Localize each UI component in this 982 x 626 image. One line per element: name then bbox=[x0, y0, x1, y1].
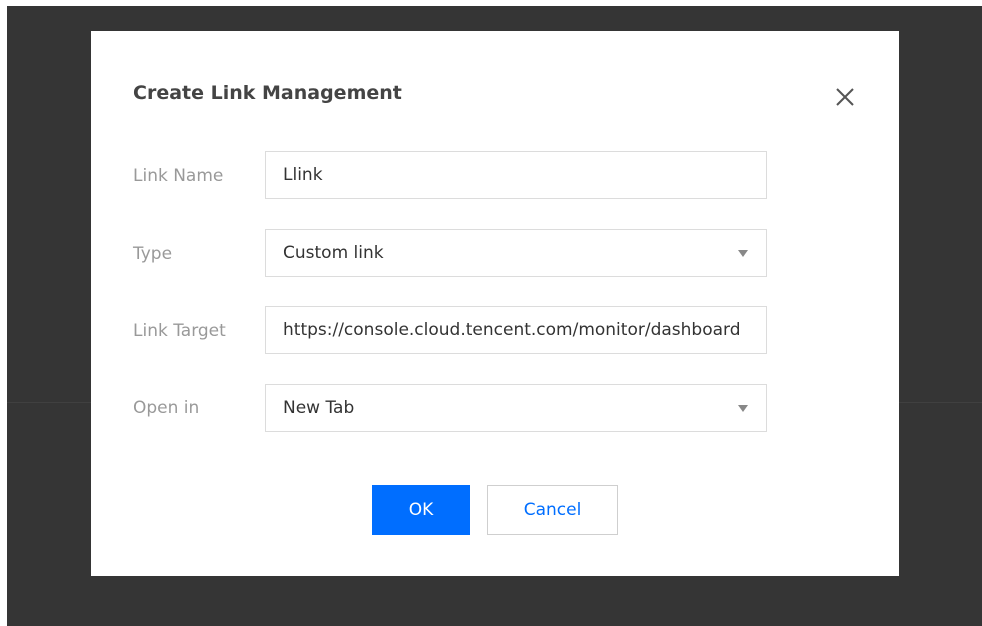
open-in-select[interactable]: New Tab bbox=[265, 384, 767, 432]
open-in-select-value: New Tab bbox=[283, 398, 355, 418]
cancel-button[interactable]: Cancel bbox=[487, 485, 618, 535]
dialog-title: Create Link Management bbox=[133, 82, 402, 104]
open-in-label: Open in bbox=[133, 398, 200, 418]
ok-button[interactable]: OK bbox=[372, 485, 470, 535]
link-target-field bbox=[265, 306, 767, 354]
link-name-label: Link Name bbox=[133, 166, 224, 186]
type-select[interactable]: Custom link bbox=[265, 229, 767, 277]
close-icon bbox=[836, 88, 854, 106]
caret-down-icon bbox=[738, 405, 748, 412]
close-button[interactable] bbox=[834, 86, 856, 108]
link-name-input[interactable] bbox=[266, 152, 766, 198]
link-target-input[interactable] bbox=[266, 307, 766, 353]
link-name-field bbox=[265, 151, 767, 199]
link-target-label: Link Target bbox=[133, 321, 226, 341]
create-link-dialog: Create Link Management Link Name Type Cu… bbox=[91, 31, 899, 576]
type-select-value: Custom link bbox=[283, 243, 384, 263]
type-label: Type bbox=[133, 244, 173, 264]
caret-down-icon bbox=[738, 250, 748, 257]
